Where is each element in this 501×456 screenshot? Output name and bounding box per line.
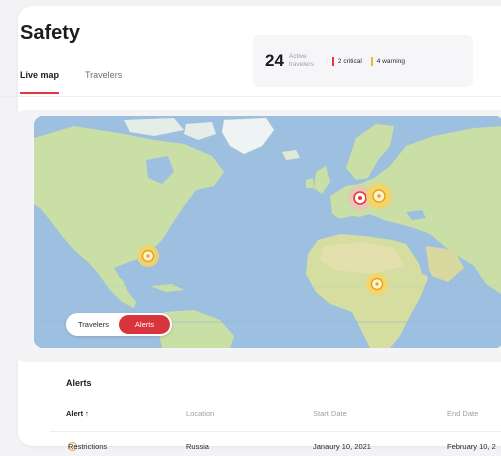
table-row[interactable]: Restrictions Russia Janaury 10, 2021 Feb… — [66, 442, 501, 456]
column-end-date[interactable]: End Date — [447, 409, 478, 418]
alerts-section: Alerts Alert ↑ Location Start Date End D… — [50, 378, 501, 451]
tab-divider — [0, 96, 501, 97]
alerts-title: Alerts — [66, 378, 92, 388]
critical-count: 2 critical — [331, 56, 362, 66]
map-view-toggle: Travelers Alerts — [66, 313, 172, 336]
warning-bar — [370, 56, 373, 66]
warning-label: 4 warning — [376, 57, 405, 65]
stats-summary: 24 Active travelers 2 critical 4 warning — [253, 35, 473, 87]
alert-warning-icon[interactable] — [365, 182, 393, 210]
location-cell: Russia — [186, 442, 209, 451]
column-location[interactable]: Location — [186, 409, 214, 418]
critical-bar — [331, 56, 334, 66]
end-date-cell: February 10, 2 — [447, 442, 496, 451]
page-title: Safety — [20, 22, 81, 44]
tab-travelers[interactable]: Travelers — [85, 70, 122, 94]
tab-live-map[interactable]: Live map — [20, 70, 60, 94]
alert-warning-icon[interactable] — [365, 272, 389, 296]
tab-bar: Live map Travelers — [20, 70, 122, 94]
start-date-cell: Janaury 10, 2021 — [313, 442, 371, 451]
alert-name: Restrictions — [68, 442, 108, 451]
toggle-travelers[interactable]: Travelers — [68, 315, 119, 334]
active-label: Active travelers — [288, 53, 314, 68]
alert-warning-icon[interactable] — [136, 244, 160, 268]
column-start-date[interactable]: Start Date — [313, 409, 347, 418]
alerts-table-header: Alert ↑ Location Start Date End Date — [66, 409, 501, 423]
active-count: 24 — [265, 51, 284, 70]
warning-count: 4 warning — [370, 56, 405, 66]
critical-label: 2 critical — [337, 57, 362, 65]
row-divider — [50, 431, 501, 432]
column-alert[interactable]: Alert ↑ — [66, 409, 89, 418]
toggle-alerts[interactable]: Alerts — [119, 315, 170, 334]
